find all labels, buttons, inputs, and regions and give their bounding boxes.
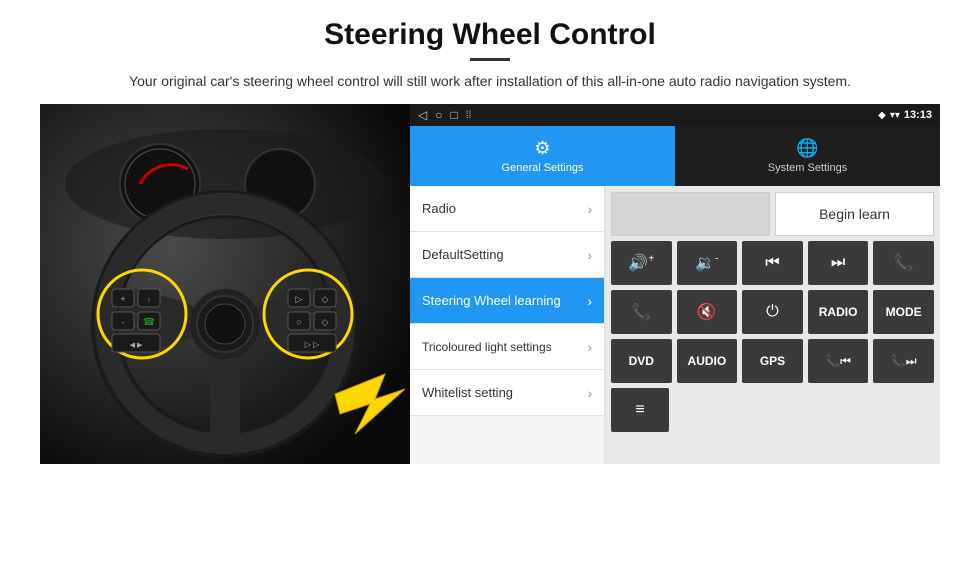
chevron-right-icon: › [587, 247, 592, 263]
control-row-3: DVD AUDIO GPS 📞⏮ 📞⏭ [611, 339, 934, 383]
location-icon: ◆ [878, 110, 886, 121]
phone-prev-button[interactable]: 📞⏮ [808, 339, 869, 383]
power-button[interactable]: ⏻ [742, 290, 803, 334]
phone-next-icon: 📞⏭ [891, 354, 917, 369]
menu-item-default[interactable]: DefaultSetting › [410, 232, 604, 278]
control-row-4: ≡ [611, 388, 934, 432]
menu-steering-label: Steering Wheel learning [422, 293, 587, 308]
top-controls-row: Begin learn [611, 192, 934, 236]
phone-prev-icon: 📞⏮ [825, 354, 851, 369]
tab-system-label: System Settings [768, 162, 847, 174]
power-icon: ⏻ [766, 303, 779, 321]
status-bar: ◁ ○ □ ⁞⁞ ◆ ▾▾ 13:13 [410, 104, 940, 126]
prev-track-button[interactable]: ⏮ [742, 241, 803, 285]
page-title: Steering Wheel Control [40, 18, 940, 52]
header-section: Steering Wheel Control Your original car… [40, 18, 940, 92]
mute-button[interactable]: 🔇 [677, 290, 738, 334]
radio-mode-button[interactable]: RADIO [808, 290, 869, 334]
menu-item-whitelist[interactable]: Whitelist setting › [410, 370, 604, 416]
tab-system-settings[interactable]: 🌐 System Settings [675, 126, 940, 186]
tab-bar: ⚙ General Settings 🌐 System Settings [410, 126, 940, 186]
home-nav-icon[interactable]: ○ [435, 108, 442, 122]
signal-icon: ▾▾ [890, 110, 900, 121]
tab-general-label: General Settings [502, 162, 584, 174]
menu-radio-label: Radio [422, 201, 587, 216]
android-ui: ◁ ○ □ ⁞⁞ ◆ ▾▾ 13:13 ⚙ General Settings [410, 104, 940, 464]
system-icon: 🌐 [796, 138, 818, 159]
content-area: + ↑ - ☎ ◀ ▶ ▷ ◇ ○ ◇ ▷ ▷ [40, 104, 940, 464]
menu-tricoloured-label: Tricoloured light settings [422, 340, 587, 354]
mute-icon: 🔇 [697, 302, 717, 322]
phone-icon: 📞 [894, 253, 914, 273]
menu-item-steering[interactable]: Steering Wheel learning › [410, 278, 604, 324]
svg-text:○: ○ [296, 317, 301, 327]
phone-next-button[interactable]: 📞⏭ [873, 339, 934, 383]
menu-whitelist-label: Whitelist setting [422, 385, 587, 400]
title-divider [470, 58, 510, 61]
time-display: 13:13 [904, 109, 932, 121]
gps-label: GPS [760, 354, 785, 368]
menu-item-tricoloured[interactable]: Tricoloured light settings › [410, 324, 604, 370]
menu-default-label: DefaultSetting [422, 247, 587, 262]
more-nav-icon[interactable]: ⁞⁞ [466, 110, 472, 121]
empty-input-box [611, 192, 770, 236]
radio-label: RADIO [819, 305, 858, 319]
recents-nav-icon[interactable]: □ [450, 108, 457, 122]
subtitle-text: Your original car's steering wheel contr… [90, 71, 890, 92]
page-container: Steering Wheel Control Your original car… [0, 0, 980, 474]
vol-up-icon: 🔊+ [628, 253, 654, 273]
audio-button[interactable]: AUDIO [677, 339, 738, 383]
next-track-icon: ⏭ [831, 254, 845, 272]
dvd-label: DVD [629, 354, 654, 368]
svg-text:+: + [120, 294, 125, 304]
svg-text:◀ ▶: ◀ ▶ [130, 342, 143, 349]
phone-button-1[interactable]: 📞 [873, 241, 934, 285]
main-content: Radio › DefaultSetting › Steering Wheel … [410, 186, 940, 464]
mode-button[interactable]: MODE [873, 290, 934, 334]
gps-button[interactable]: GPS [742, 339, 803, 383]
vol-down-button[interactable]: 🔉- [677, 241, 738, 285]
svg-text:▷ ▷: ▷ ▷ [305, 340, 320, 349]
status-bar-left: ◁ ○ □ ⁞⁞ [418, 108, 471, 122]
vol-down-icon: 🔉- [695, 253, 718, 273]
status-bar-right: ◆ ▾▾ 13:13 [878, 109, 932, 121]
chevron-right-icon: › [587, 339, 592, 355]
list-icon: ≡ [635, 401, 644, 419]
tab-general-settings[interactable]: ⚙ General Settings [410, 126, 675, 186]
svg-text:◇: ◇ [322, 294, 329, 304]
mode-label: MODE [886, 305, 922, 319]
audio-label: AUDIO [688, 354, 727, 368]
call-accept-icon: 📞 [631, 302, 651, 322]
dvd-button[interactable]: DVD [611, 339, 672, 383]
svg-text:◇: ◇ [322, 317, 329, 327]
right-controls-panel: Begin learn 🔊+ 🔉- ⏮ [605, 186, 940, 464]
prev-track-icon: ⏮ [765, 254, 779, 272]
control-row-1: 🔊+ 🔉- ⏮ ⏭ 📞 [611, 241, 934, 285]
next-track-button[interactable]: ⏭ [808, 241, 869, 285]
chevron-right-icon: › [587, 385, 592, 401]
svg-text:▷: ▷ [296, 294, 303, 304]
control-row-2: 📞 🔇 ⏻ RADIO MODE [611, 290, 934, 334]
vol-up-button[interactable]: 🔊+ [611, 241, 672, 285]
left-menu: Radio › DefaultSetting › Steering Wheel … [410, 186, 605, 464]
chevron-right-icon: › [587, 201, 592, 217]
chevron-right-icon: › [587, 293, 592, 309]
steering-wheel-image: + ↑ - ☎ ◀ ▶ ▷ ◇ ○ ◇ ▷ ▷ [40, 104, 410, 464]
gear-icon: ⚙ [534, 138, 550, 159]
call-accept-button[interactable]: 📞 [611, 290, 672, 334]
svg-text:↑: ↑ [147, 297, 151, 304]
svg-text:☎: ☎ [143, 317, 155, 328]
begin-learn-button[interactable]: Begin learn [775, 192, 934, 236]
svg-text:-: - [122, 318, 125, 327]
list-button[interactable]: ≡ [611, 388, 669, 432]
menu-item-radio[interactable]: Radio › [410, 186, 604, 232]
back-nav-icon[interactable]: ◁ [418, 108, 427, 122]
